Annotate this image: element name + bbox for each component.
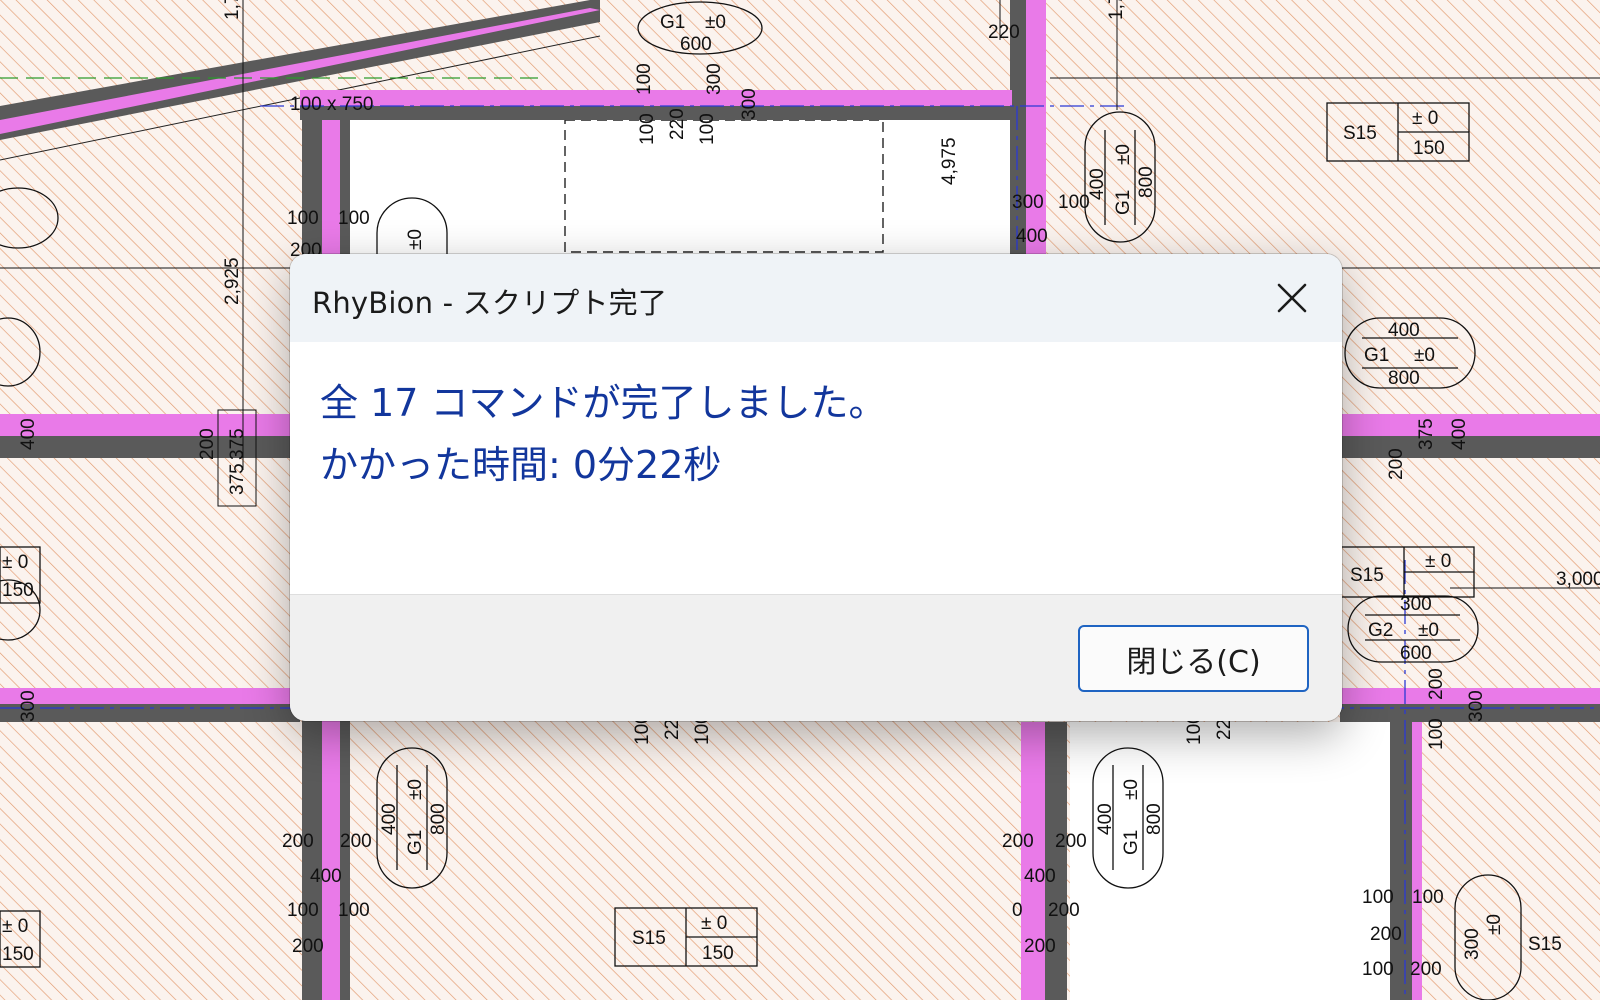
svg-text:220: 220 xyxy=(667,108,688,140)
svg-text:800: 800 xyxy=(1144,803,1165,835)
svg-text:800: 800 xyxy=(1136,166,1157,198)
svg-text:200: 200 xyxy=(340,831,372,852)
svg-text:600: 600 xyxy=(1400,643,1432,664)
svg-text:G2: G2 xyxy=(1368,620,1393,641)
svg-text:±0: ±0 xyxy=(1113,144,1134,165)
svg-text:100: 100 xyxy=(1426,718,1447,750)
svg-text:3,000: 3,000 xyxy=(1556,569,1600,590)
svg-text:100: 100 xyxy=(338,208,370,229)
svg-text:200: 200 xyxy=(1024,936,1056,957)
svg-text:4,975: 4,975 xyxy=(939,137,960,185)
svg-text:2,925: 2,925 xyxy=(222,257,243,305)
svg-text:600: 600 xyxy=(680,34,712,55)
svg-text:400: 400 xyxy=(310,866,342,887)
svg-text:±0: ±0 xyxy=(1418,620,1439,641)
svg-text:300: 300 xyxy=(704,63,725,95)
svg-text:400: 400 xyxy=(1095,803,1116,835)
svg-text:± 0: ± 0 xyxy=(701,913,727,934)
svg-text:100: 100 xyxy=(1362,887,1394,908)
svg-text:400: 400 xyxy=(1388,320,1420,341)
svg-text:400: 400 xyxy=(1024,866,1056,887)
svg-text:375: 375 xyxy=(227,463,248,495)
dialog-footer: 閉じる(C) xyxy=(290,594,1342,721)
svg-text:200: 200 xyxy=(1426,668,1447,700)
svg-text:400: 400 xyxy=(1449,418,1470,450)
svg-text:±0: ±0 xyxy=(405,779,426,800)
svg-text:G1: G1 xyxy=(1121,830,1142,855)
svg-text:300: 300 xyxy=(18,690,39,722)
svg-text:300: 300 xyxy=(1466,690,1487,722)
svg-text:100: 100 xyxy=(1058,192,1090,213)
close-window-button[interactable] xyxy=(1264,272,1320,324)
svg-text:22: 22 xyxy=(1214,719,1235,740)
close-icon xyxy=(1277,283,1307,313)
svg-text:1,7: 1,7 xyxy=(1106,0,1127,20)
svg-text:300: 300 xyxy=(1012,192,1044,213)
svg-text:150: 150 xyxy=(2,944,34,965)
svg-text:800: 800 xyxy=(1388,368,1420,389)
svg-text:200: 200 xyxy=(1370,924,1402,945)
svg-text:200: 200 xyxy=(292,936,324,957)
elapsed-time-message: かかった時間: 0分22秒 xyxy=(320,443,722,487)
svg-text:375: 375 xyxy=(1416,418,1437,450)
svg-text:200: 200 xyxy=(282,831,314,852)
svg-text:±0: ±0 xyxy=(1414,345,1435,366)
svg-text:100: 100 xyxy=(338,900,370,921)
svg-text:S15: S15 xyxy=(1528,934,1562,955)
svg-text:S15: S15 xyxy=(1350,565,1384,586)
svg-text:± 0: ± 0 xyxy=(1412,108,1438,129)
svg-text:100: 100 xyxy=(287,208,319,229)
svg-text:200: 200 xyxy=(197,428,218,460)
svg-text:300: 300 xyxy=(739,88,760,120)
svg-text:400: 400 xyxy=(1087,168,1108,200)
svg-text:200: 200 xyxy=(1410,959,1442,980)
dialog-content: 全 17 コマンドが完了しました。 かかった時間: 0分22秒 xyxy=(290,342,1342,594)
svg-text:S15: S15 xyxy=(1343,123,1377,144)
svg-text:± 0: ± 0 xyxy=(2,916,28,937)
svg-text:G1: G1 xyxy=(660,12,685,33)
svg-text:G1: G1 xyxy=(405,830,426,855)
svg-text:100: 100 xyxy=(287,900,319,921)
svg-text:300: 300 xyxy=(1400,594,1432,615)
dialog-title: RhyBion - スクリプト完了 xyxy=(312,286,668,320)
svg-text:150: 150 xyxy=(2,580,34,601)
svg-text:220: 220 xyxy=(988,22,1020,43)
svg-text:22: 22 xyxy=(662,719,683,740)
completion-message: 全 17 コマンドが完了しました。 xyxy=(320,381,887,425)
svg-text:200: 200 xyxy=(1048,900,1080,921)
svg-text:150: 150 xyxy=(1413,138,1445,159)
svg-text:100: 100 xyxy=(1362,959,1394,980)
svg-text:0: 0 xyxy=(1012,900,1023,921)
svg-text:150: 150 xyxy=(702,943,734,964)
svg-text:375: 375 xyxy=(227,428,248,460)
close-button[interactable]: 閉じる(C) xyxy=(1078,625,1309,692)
svg-text:± 0: ± 0 xyxy=(1425,551,1451,572)
svg-text:100 x 750: 100 x 750 xyxy=(290,94,373,115)
svg-text:±0: ±0 xyxy=(1121,779,1142,800)
svg-text:±0: ±0 xyxy=(1484,914,1505,935)
svg-text:200: 200 xyxy=(1386,448,1407,480)
svg-text:100: 100 xyxy=(637,113,658,145)
svg-text:400: 400 xyxy=(18,418,39,450)
svg-text:1,7: 1,7 xyxy=(222,0,243,20)
svg-text:200: 200 xyxy=(1002,831,1034,852)
dialog-titlebar[interactable]: RhyBion - スクリプト完了 xyxy=(290,254,1342,342)
svg-text:800: 800 xyxy=(428,803,449,835)
svg-text:G1: G1 xyxy=(1113,190,1134,215)
script-complete-dialog: RhyBion - スクリプト完了 全 17 コマンドが完了しました。 かかった… xyxy=(290,254,1342,721)
svg-text:± 0: ± 0 xyxy=(2,552,28,573)
svg-text:100: 100 xyxy=(634,63,655,95)
svg-text:±0: ±0 xyxy=(405,229,426,250)
svg-text:100: 100 xyxy=(697,113,718,145)
svg-text:100: 100 xyxy=(1412,887,1444,908)
svg-text:200: 200 xyxy=(1055,831,1087,852)
svg-text:G1: G1 xyxy=(1364,345,1389,366)
svg-text:S15: S15 xyxy=(632,928,666,949)
svg-text:±0: ±0 xyxy=(705,12,726,33)
svg-text:400: 400 xyxy=(1016,226,1048,247)
svg-text:400: 400 xyxy=(379,803,400,835)
svg-text:300: 300 xyxy=(1462,928,1483,960)
